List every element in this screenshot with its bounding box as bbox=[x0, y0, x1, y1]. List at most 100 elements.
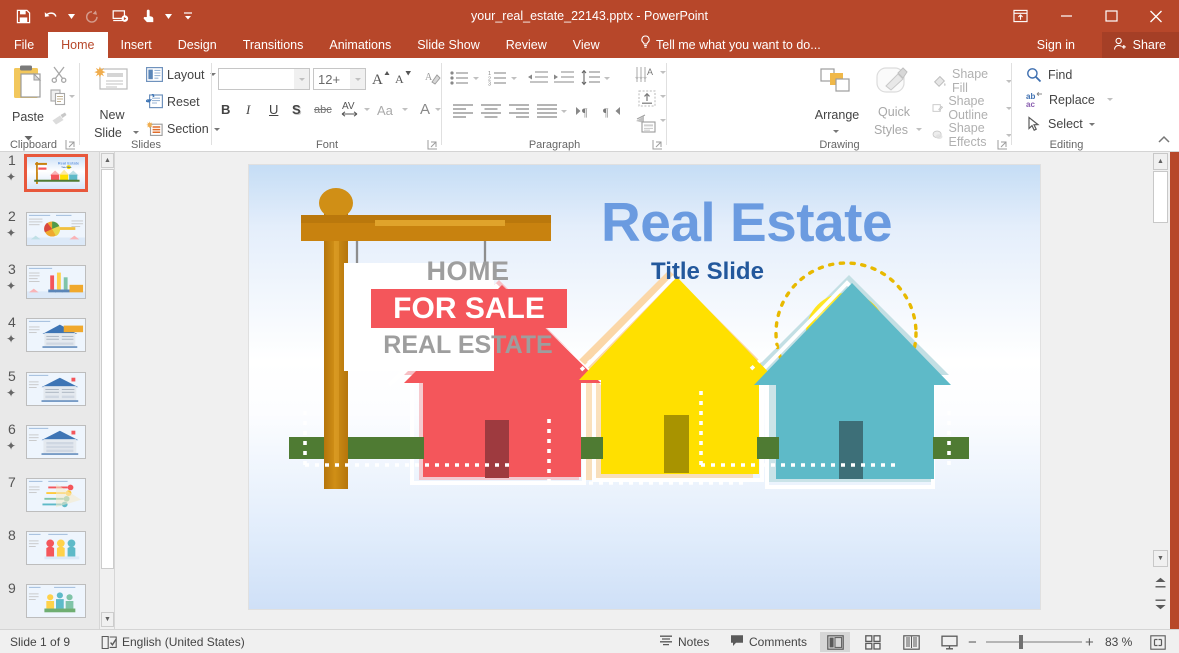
clipboard-dialog-launcher[interactable] bbox=[65, 138, 77, 150]
tab-home[interactable]: Home bbox=[48, 32, 108, 58]
align-text-icon[interactable] bbox=[638, 90, 656, 112]
touch-dropdown-icon[interactable] bbox=[163, 3, 174, 29]
thumbnail-image[interactable] bbox=[26, 584, 86, 619]
select-button[interactable]: Select bbox=[1026, 116, 1095, 132]
close-icon[interactable] bbox=[1133, 0, 1179, 32]
italic-button[interactable]: I bbox=[246, 102, 250, 118]
bullets-icon[interactable] bbox=[450, 70, 470, 91]
zoom-slider-knob[interactable] bbox=[1019, 635, 1023, 649]
restore-icon[interactable] bbox=[1089, 0, 1133, 32]
thumbnail-item-5[interactable]: 5 ✦ bbox=[0, 368, 99, 421]
font-dialog-launcher[interactable] bbox=[427, 138, 439, 150]
numbering-dropdown-icon[interactable] bbox=[511, 77, 517, 80]
thumbnail-scroll-down-icon[interactable]: ▼ bbox=[101, 612, 114, 627]
justify-icon[interactable] bbox=[536, 103, 558, 124]
bold-button[interactable]: B bbox=[221, 102, 230, 117]
convert-to-smartart-icon[interactable] bbox=[635, 114, 657, 139]
align-right-icon[interactable] bbox=[508, 103, 530, 124]
slide-canvas[interactable]: Real Estate Title Slide HOME FOR SALE RE… bbox=[248, 164, 1041, 610]
thumbnail-item-8[interactable]: 8 bbox=[0, 527, 99, 580]
paste-button[interactable] bbox=[8, 64, 48, 111]
slide-subtitle[interactable]: Title Slide bbox=[651, 258, 764, 286]
thumbnail-scroll-thumb[interactable] bbox=[101, 169, 114, 569]
justify-dropdown-icon[interactable] bbox=[561, 110, 567, 113]
copy-icon[interactable] bbox=[50, 89, 67, 111]
thumbnail-image[interactable] bbox=[26, 265, 86, 300]
customize-qat-icon[interactable] bbox=[182, 3, 193, 29]
tab-transitions[interactable]: Transitions bbox=[230, 32, 317, 58]
shape-fill-button[interactable]: Shape Fill bbox=[932, 67, 1012, 95]
text-direction-ltr-icon[interactable]: ¶ bbox=[575, 104, 595, 124]
thumbnail-image[interactable] bbox=[26, 477, 86, 512]
zoom-level-label[interactable]: 83 % bbox=[1105, 630, 1132, 653]
tab-animations[interactable]: Animations bbox=[316, 32, 404, 58]
undo-dropdown-icon[interactable] bbox=[66, 3, 77, 29]
font-name-input[interactable] bbox=[218, 68, 310, 90]
thumbnail-image[interactable] bbox=[26, 424, 86, 459]
font-name-dropdown-icon[interactable] bbox=[294, 69, 309, 89]
zoom-slider-track[interactable] bbox=[986, 641, 1082, 643]
character-spacing-button[interactable]: AV bbox=[340, 98, 362, 123]
find-button[interactable]: Find bbox=[1026, 67, 1072, 83]
underline-button[interactable]: U bbox=[269, 102, 278, 117]
slide-thumbnail-pane[interactable]: 1 ✦ Real Estate Title Slide 2 ✦ 3 ✦ 4 ✦ … bbox=[0, 152, 100, 629]
comments-button[interactable]: Comments bbox=[730, 630, 807, 653]
font-color-button[interactable]: A bbox=[420, 101, 430, 118]
sign-in-button[interactable]: Sign in bbox=[1029, 32, 1083, 58]
reset-button[interactable]: Reset bbox=[146, 94, 200, 109]
language-label[interactable]: English (United States) bbox=[122, 630, 245, 653]
notes-button[interactable]: Notes bbox=[659, 630, 709, 653]
next-slide-button[interactable] bbox=[1153, 596, 1168, 613]
replace-dropdown-icon[interactable] bbox=[1106, 98, 1113, 101]
touch-icon[interactable] bbox=[135, 3, 161, 29]
cut-icon[interactable] bbox=[50, 65, 68, 88]
scroll-thumb[interactable] bbox=[1153, 171, 1168, 223]
increase-font-size-button[interactable]: A bbox=[372, 69, 390, 90]
clear-formatting-icon[interactable]: A bbox=[424, 69, 441, 89]
decrease-indent-icon[interactable] bbox=[527, 70, 549, 91]
slide-title[interactable]: Real Estate bbox=[601, 190, 893, 254]
replace-button[interactable]: ab ac Replace bbox=[1026, 91, 1113, 108]
minimize-icon[interactable] bbox=[1043, 0, 1089, 32]
thumbnail-item-3[interactable]: 3 ✦ bbox=[0, 261, 99, 314]
save-icon[interactable] bbox=[10, 3, 36, 29]
font-size-dropdown-icon[interactable] bbox=[350, 69, 365, 89]
slideshow-icon[interactable] bbox=[107, 3, 133, 29]
redo-icon[interactable] bbox=[79, 3, 105, 29]
thumbnail-image[interactable] bbox=[26, 212, 86, 246]
tab-design[interactable]: Design bbox=[165, 32, 230, 58]
thumbnail-image[interactable]: Real Estate Title Slide bbox=[24, 154, 88, 192]
change-case-button[interactable]: Aa bbox=[377, 103, 393, 118]
slideshow-view-button[interactable] bbox=[934, 632, 964, 652]
section-button[interactable]: Section bbox=[146, 121, 220, 137]
thumbnail-item-9[interactable]: 9 bbox=[0, 580, 99, 629]
new-slide-icon[interactable] bbox=[94, 66, 128, 99]
tab-view[interactable]: View bbox=[560, 32, 613, 58]
slide-scrollbar[interactable]: ▲ ▼ bbox=[1151, 152, 1170, 629]
thumbnail-image[interactable] bbox=[26, 531, 86, 566]
align-left-icon[interactable] bbox=[452, 103, 474, 124]
tab-review[interactable]: Review bbox=[493, 32, 560, 58]
layout-button[interactable]: Layout bbox=[146, 67, 216, 82]
font-size-input[interactable]: 12+ bbox=[313, 68, 366, 90]
reading-view-button[interactable] bbox=[896, 632, 926, 652]
tab-slide-show[interactable]: Slide Show bbox=[404, 32, 493, 58]
text-direction-rtl-icon[interactable]: ¶ bbox=[602, 104, 622, 124]
spellcheck-icon[interactable] bbox=[101, 630, 118, 653]
new-slide-dropdown-icon[interactable] bbox=[133, 131, 139, 134]
arrange-dropdown-icon[interactable] bbox=[833, 130, 839, 133]
tell-me-box[interactable]: Tell me what you want to do... bbox=[640, 32, 821, 58]
thumbnail-image[interactable] bbox=[26, 371, 86, 406]
tab-insert[interactable]: Insert bbox=[108, 32, 165, 58]
thumbnail-scrollbar[interactable]: ▲ ▼ bbox=[100, 152, 115, 629]
text-direction-icon[interactable]: A bbox=[635, 66, 657, 89]
character-spacing-dropdown-icon[interactable] bbox=[364, 108, 370, 111]
drawing-dialog-launcher[interactable] bbox=[997, 138, 1009, 150]
thumbnail-item-6[interactable]: 6 ✦ bbox=[0, 421, 99, 474]
zoom-in-button[interactable]: + bbox=[1085, 630, 1094, 653]
quick-styles-dropdown-icon[interactable] bbox=[916, 128, 922, 131]
numbering-icon[interactable]: 123 bbox=[488, 70, 508, 91]
text-shadow-button[interactable]: S bbox=[292, 102, 301, 117]
thumbnail-item-2[interactable]: 2 ✦ bbox=[0, 208, 99, 261]
line-spacing-icon[interactable] bbox=[581, 69, 601, 91]
